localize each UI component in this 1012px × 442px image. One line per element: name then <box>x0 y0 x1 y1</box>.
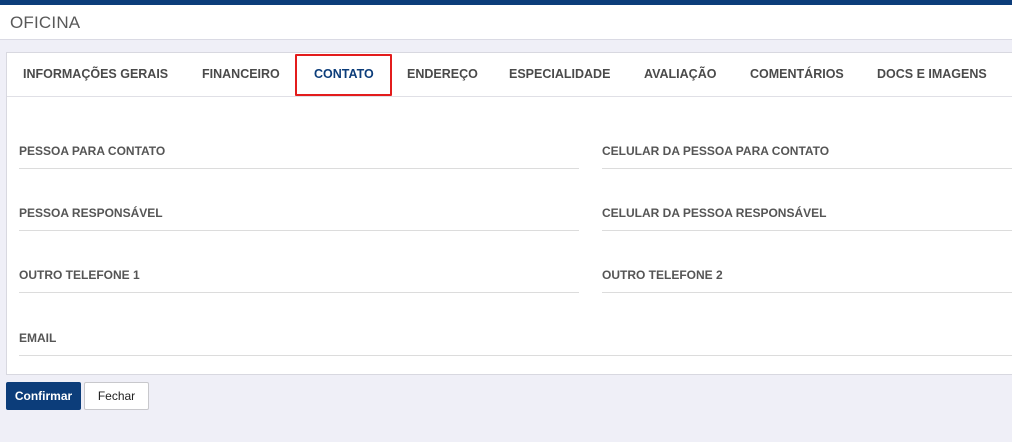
active-tab-highlight <box>295 54 392 96</box>
tab-comentarios[interactable]: COMENTÁRIOS <box>750 53 844 95</box>
responsible-person-mobile-label: CELULAR DA PESSOA RESPONSÁVEL <box>602 206 827 220</box>
form-panel: INFORMAÇÕES GERAIS FINANCEIRO CONTATO EN… <box>6 52 1012 375</box>
tab-especialidade[interactable]: ESPECIALIDADE <box>509 53 610 95</box>
other-phone-2-label: OUTRO TELEFONE 2 <box>602 268 723 282</box>
contact-person-field[interactable]: PESSOA PARA CONTATO <box>19 144 579 169</box>
tab-endereco[interactable]: ENDEREÇO <box>407 53 478 95</box>
responsible-person-mobile-field[interactable]: CELULAR DA PESSOA RESPONSÁVEL <box>602 206 1012 231</box>
responsible-person-label: PESSOA RESPONSÁVEL <box>19 206 163 220</box>
email-label: EMAIL <box>19 331 57 345</box>
tab-informacoes-gerais[interactable]: INFORMAÇÕES GERAIS <box>23 53 168 95</box>
other-phone-1-field[interactable]: OUTRO TELEFONE 1 <box>19 268 579 293</box>
tab-docs-e-imagens[interactable]: DOCS E IMAGENS <box>877 53 987 95</box>
tab-avaliacao[interactable]: AVALIAÇÃO <box>644 53 716 95</box>
responsible-person-field[interactable]: PESSOA RESPONSÁVEL <box>19 206 579 231</box>
page-title: OFICINA <box>10 13 81 32</box>
tab-financeiro[interactable]: FINANCEIRO <box>202 53 280 95</box>
contact-person-label: PESSOA PARA CONTATO <box>19 144 166 158</box>
email-field[interactable]: EMAIL <box>19 331 1012 356</box>
close-button[interactable]: Fechar <box>84 382 149 410</box>
other-phone-2-field[interactable]: OUTRO TELEFONE 2 <box>602 268 1012 293</box>
contact-person-mobile-field[interactable]: CELULAR DA PESSOA PARA CONTATO <box>602 144 1012 169</box>
other-phone-1-label: OUTRO TELEFONE 1 <box>19 268 140 282</box>
contact-person-mobile-label: CELULAR DA PESSOA PARA CONTATO <box>602 144 830 158</box>
title-bar: OFICINA <box>0 5 1012 40</box>
tab-bar: INFORMAÇÕES GERAIS FINANCEIRO CONTATO EN… <box>7 53 1012 97</box>
confirm-button[interactable]: Confirmar <box>6 382 81 410</box>
